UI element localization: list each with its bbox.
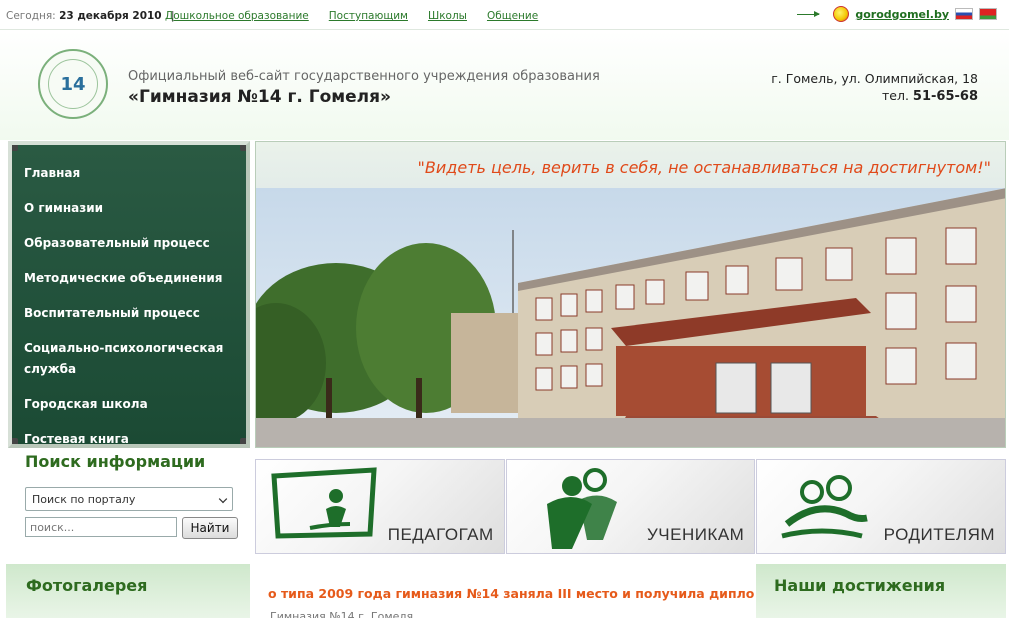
motto: "Видеть цель, верить в себя, не останавл… bbox=[417, 158, 991, 177]
category-parents[interactable]: РОДИТЕЛЯМ bbox=[756, 459, 1007, 554]
board-corner-icon bbox=[240, 145, 246, 151]
menu-item-upbringing[interactable]: Воспитательный процесс bbox=[24, 303, 224, 324]
top-nav-community[interactable]: Общение bbox=[487, 10, 538, 22]
flag-ru-icon[interactable] bbox=[955, 8, 973, 20]
category-parents-label: РОДИТЕЛЯМ bbox=[883, 525, 996, 544]
menu-item-education[interactable]: Образовательный процесс bbox=[24, 233, 224, 254]
search-button[interactable]: Найти bbox=[182, 517, 238, 539]
hero-banner: "Видеть цель, верить в себя, не останавл… bbox=[255, 141, 1006, 448]
portal-link-group: gorodgomel.by bbox=[797, 6, 997, 22]
news-ticker-panel: о типа 2009 года гимназия №14 заняла III… bbox=[258, 564, 754, 618]
school-building-photo bbox=[256, 188, 1005, 447]
top-nav-preschool[interactable]: Дошкольное образование bbox=[165, 10, 309, 22]
top-nav-applicants[interactable]: Поступающим bbox=[329, 10, 408, 22]
portal-link[interactable]: gorodgomel.by bbox=[855, 8, 949, 21]
parents-icon bbox=[781, 475, 869, 539]
today-date: Сегодня: 23 декабря 2010 | bbox=[6, 10, 181, 22]
category-tiles: ПЕДАГОГАМ УЧЕНИКАМ РОДИТЕЛЯМ bbox=[255, 459, 1007, 554]
site-subtitle: Официальный веб-сайт государственного уч… bbox=[128, 69, 600, 84]
site-header: 14 Официальный веб-сайт государственного… bbox=[0, 31, 1009, 140]
search-scope-select[interactable]: Поиск по порталу bbox=[25, 487, 233, 511]
photo-gallery-header[interactable]: Фотогалерея bbox=[6, 564, 250, 618]
students-icon bbox=[546, 468, 617, 549]
chevron-down-icon bbox=[218, 494, 228, 504]
contact-block: г. Гомель, ул. Олимпийская, 18 тел. 51-6… bbox=[771, 71, 978, 104]
search-title: Поиск информации bbox=[25, 452, 206, 471]
gymnasium-emblem-icon[interactable]: 14 bbox=[38, 49, 108, 119]
today-label: Сегодня: bbox=[6, 10, 56, 22]
news-subline: Гимназия №14 г. Гомеля bbox=[270, 610, 414, 618]
phone: тел. 51-65-68 bbox=[771, 88, 978, 104]
emblem-number: 14 bbox=[48, 59, 98, 109]
category-students-label: УЧЕНИКАМ bbox=[646, 525, 745, 544]
search-input[interactable] bbox=[25, 517, 177, 537]
menu-item-methodical[interactable]: Методические объединения bbox=[24, 268, 224, 289]
category-students[interactable]: УЧЕНИКАМ bbox=[505, 459, 756, 554]
category-teachers[interactable]: ПЕДАГОГАМ bbox=[255, 459, 505, 554]
menu-item-city-school[interactable]: Городская школа bbox=[24, 394, 224, 415]
main-menu: Главная О гимназии Образовательный проце… bbox=[8, 141, 250, 448]
arrow-right-icon bbox=[797, 10, 821, 17]
menu-item-home[interactable]: Главная bbox=[24, 163, 224, 184]
menu-item-guestbook[interactable]: Гостевая книга bbox=[24, 429, 224, 444]
phone-label: тел. bbox=[882, 88, 909, 103]
flag-by-icon[interactable] bbox=[979, 8, 997, 20]
news-ticker[interactable]: о типа 2009 года гимназия №14 заняла III… bbox=[268, 586, 754, 601]
board-corner-icon bbox=[12, 145, 18, 151]
site-title: «Гимназия №14 г. Гомеля» bbox=[128, 87, 392, 107]
search-scope-value: Поиск по порталу bbox=[32, 493, 136, 506]
top-bar: Сегодня: 23 декабря 2010 | Дошкольное об… bbox=[0, 0, 1009, 30]
top-nav: Дошкольное образование Поступающим Школы… bbox=[165, 10, 538, 22]
photo-gallery-title: Фотогалерея bbox=[26, 576, 148, 595]
portal-logo-icon[interactable] bbox=[833, 6, 850, 22]
category-teachers-label: ПЕДАГОГАМ bbox=[387, 525, 494, 544]
phone-number: 51-65-68 bbox=[912, 89, 978, 104]
teacher-board-icon bbox=[271, 467, 377, 539]
achievements-title: Наши достижения bbox=[774, 576, 946, 595]
menu-item-psych-service[interactable]: Социально-психологическая служба bbox=[24, 338, 224, 380]
address: г. Гомель, ул. Олимпийская, 18 bbox=[771, 71, 978, 86]
achievements-header[interactable]: Наши достижения bbox=[756, 564, 1006, 618]
top-nav-schools[interactable]: Школы bbox=[428, 10, 467, 22]
menu-item-about[interactable]: О гимназии bbox=[24, 198, 224, 219]
today-value: 23 декабря 2010 bbox=[59, 10, 162, 22]
